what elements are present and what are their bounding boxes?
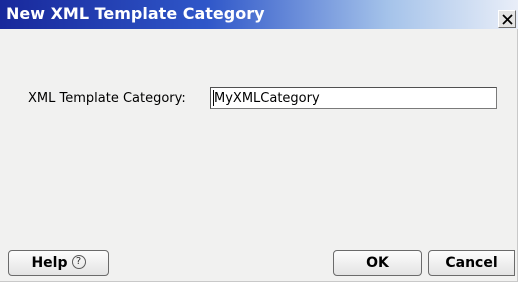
cancel-button[interactable]: Cancel — [428, 250, 515, 276]
help-button[interactable]: Help? — [8, 250, 109, 276]
close-icon — [502, 14, 513, 25]
text-caret — [213, 90, 214, 106]
dialog-title: New XML Template Category — [6, 4, 265, 23]
new-xml-template-category-dialog: New XML Template Category XML Template C… — [0, 0, 518, 282]
question-mark-icon: ? — [71, 255, 86, 269]
category-label: XML Template Category: — [28, 91, 186, 106]
title-bar[interactable]: New XML Template Category — [0, 0, 518, 29]
close-button[interactable] — [498, 10, 516, 28]
ok-button[interactable]: OK — [333, 250, 422, 276]
help-button-label: Help — [31, 255, 68, 271]
ok-button-label: OK — [366, 255, 389, 271]
category-name-input[interactable] — [210, 87, 497, 109]
cancel-button-label: Cancel — [445, 255, 498, 271]
